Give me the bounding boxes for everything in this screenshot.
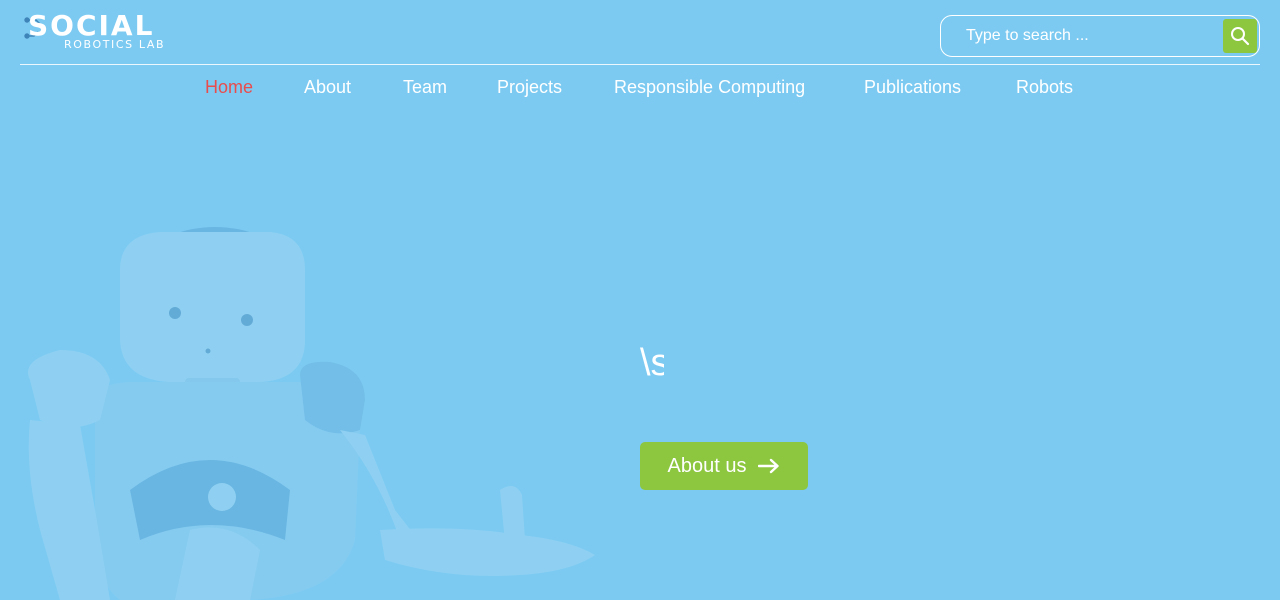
main-nav: Home About Team Projects Responsible Com… xyxy=(0,66,1280,110)
site-logo[interactable]: SOCIAL ROBOTICS LAB xyxy=(24,9,198,54)
arrow-right-icon xyxy=(758,458,780,474)
nav-item-projects[interactable]: Projects xyxy=(497,76,562,98)
about-us-button[interactable]: About us xyxy=(640,442,808,490)
nav-item-publications[interactable]: Publications xyxy=(864,76,961,98)
hero-heading-partial: \s xyxy=(640,342,664,384)
nav-item-responsible-computing[interactable]: Responsible Computing xyxy=(614,76,805,98)
search-button[interactable] xyxy=(1223,19,1257,53)
nav-item-robots[interactable]: Robots xyxy=(1016,76,1073,98)
search-icon xyxy=(1231,27,1250,46)
nav-item-team[interactable]: Team xyxy=(403,76,447,98)
nav-item-about[interactable]: About xyxy=(304,76,351,98)
logo-main-text: SOCIAL xyxy=(28,9,155,42)
nao-robot-image xyxy=(28,227,595,600)
search-box xyxy=(940,15,1260,57)
nav-item-home[interactable]: Home xyxy=(205,76,253,98)
site-header: SOCIAL ROBOTICS LAB xyxy=(20,0,1260,65)
logo-sub-text: ROBOTICS LAB xyxy=(64,38,166,51)
about-us-button-label: About us xyxy=(667,455,747,477)
search-input[interactable] xyxy=(942,17,1222,55)
